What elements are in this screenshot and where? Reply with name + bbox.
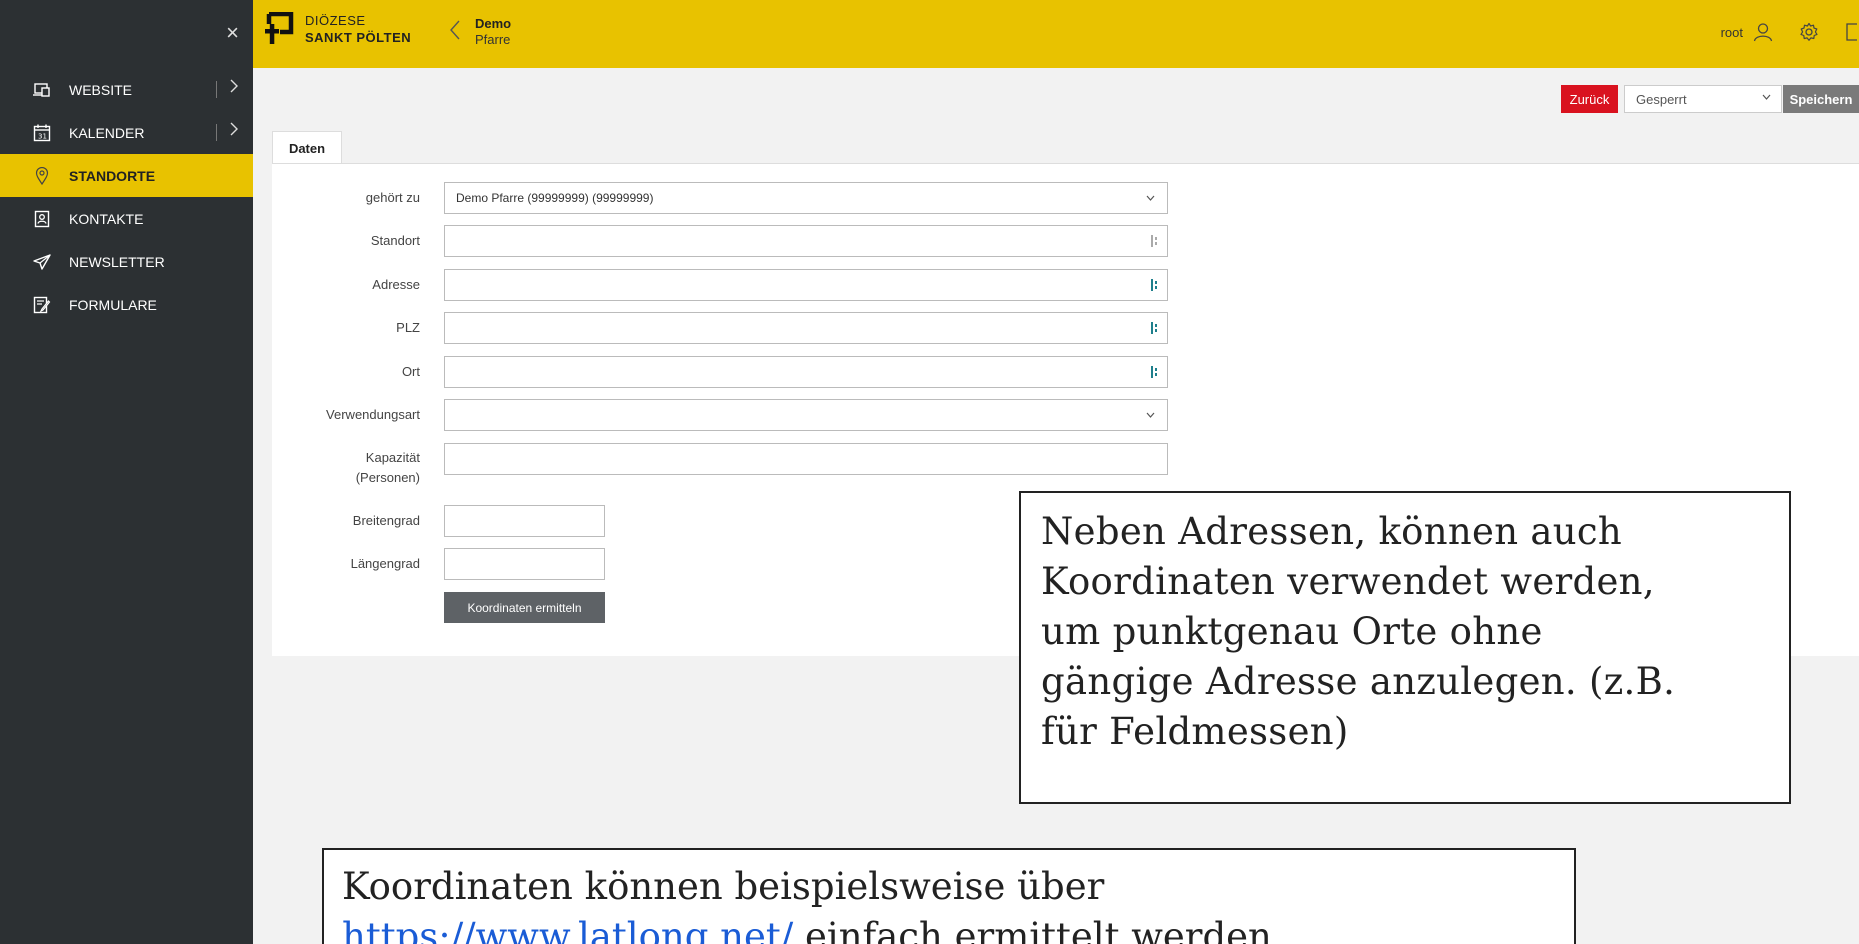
divider xyxy=(216,124,217,141)
callout-text-line: Koordinaten können beispielsweise über xyxy=(342,865,1105,908)
sidebar-item-label: FORMULARE xyxy=(69,296,157,313)
tab-daten[interactable]: Daten xyxy=(272,131,342,164)
chevron-right-icon[interactable] xyxy=(230,79,239,98)
determine-coordinates-button[interactable]: Koordinaten ermitteln xyxy=(444,592,605,623)
latlong-link[interactable]: https://www.latlong.net/ xyxy=(342,915,793,944)
breadcrumb-title: Demo xyxy=(475,16,512,31)
city-label: Ort xyxy=(401,364,420,379)
sidebar-item-label: KALENDER xyxy=(69,124,145,141)
field-picker-icon[interactable] xyxy=(1150,321,1160,338)
diocese-logo-icon xyxy=(265,12,294,44)
location-pin-icon xyxy=(32,166,52,186)
field-picker-icon[interactable] xyxy=(1150,278,1160,295)
sidebar-item-standorte[interactable]: STANDORTE xyxy=(0,154,253,197)
coordinates-info-callout: Neben Adressen, können auch Koordinaten … xyxy=(1019,491,1791,804)
usage-type-select[interactable] xyxy=(444,399,1168,431)
capacity-unit-label: (Personen) xyxy=(355,470,420,485)
sidebar-item-label: WEBSITE xyxy=(69,81,133,98)
sidebar-item-label: STANDORTE xyxy=(69,167,156,184)
back-chevron-icon[interactable] xyxy=(449,19,461,46)
zip-label: PLZ xyxy=(396,320,420,335)
callout-text-line: Neben Adressen, können auch xyxy=(1041,510,1623,553)
gear-icon[interactable] xyxy=(1799,22,1819,42)
paper-plane-icon xyxy=(32,252,52,272)
field-picker-icon[interactable] xyxy=(1150,365,1160,382)
sidebar-item-formulare[interactable]: FORMULARE xyxy=(0,283,253,326)
sidebar-item-website[interactable]: WEBSITE xyxy=(0,68,253,111)
address-label: Adresse xyxy=(372,277,420,292)
belongs-to-select[interactable]: Demo Pfarre (99999999) (99999999) xyxy=(444,182,1168,214)
breadcrumb: Demo Pfarre xyxy=(449,16,511,48)
callout-text-line: um punktgenau Orte ohne xyxy=(1041,610,1543,653)
callout-text-line: Koordinaten verwendet werden, xyxy=(1041,560,1655,603)
top-header: DIÖZESE SANKT PÖLTEN Demo Pfarre root xyxy=(253,0,1859,68)
breadcrumb-subtitle: Pfarre xyxy=(475,32,511,47)
sidebar-nav: WEBSITE 31 KALENDER STANDORTE KONTAKTE N… xyxy=(0,68,253,326)
sidebar-item-kontakte[interactable]: KONTAKTE xyxy=(0,197,253,240)
brand-logo[interactable]: DIÖZESE SANKT PÖLTEN xyxy=(265,12,411,46)
svg-text:31: 31 xyxy=(38,132,47,140)
header-user-area: root xyxy=(1721,22,1859,42)
callout-text-line: gängige Adresse anzulegen. (z.B. xyxy=(1041,660,1676,703)
status-select-value: Gesperrt xyxy=(1636,91,1687,107)
form-edit-icon xyxy=(32,295,52,315)
longitude-input[interactable] xyxy=(444,548,605,580)
sidebar-item-label: KONTAKTE xyxy=(69,210,144,227)
back-button[interactable]: Zurück xyxy=(1561,85,1618,113)
latitude-label: Breitengrad xyxy=(352,513,420,528)
latitude-input[interactable] xyxy=(444,505,605,537)
chevron-down-icon xyxy=(1146,410,1155,421)
chevron-down-icon xyxy=(1762,92,1771,103)
close-icon[interactable]: × xyxy=(226,22,239,44)
usage-type-label: Verwendungsart xyxy=(326,407,420,422)
city-input[interactable] xyxy=(444,356,1168,388)
callout-text-tail: einfach ermittelt werden xyxy=(793,915,1272,944)
sidebar-item-newsletter[interactable]: NEWSLETTER xyxy=(0,240,253,283)
calendar-icon: 31 xyxy=(32,123,52,143)
sidebar-item-label: NEWSLETTER xyxy=(69,253,165,270)
callout-text-line: für Feldmessen) xyxy=(1041,710,1349,753)
sidebar-header: × xyxy=(0,0,253,68)
location-label: Standort xyxy=(370,233,420,248)
capacity-input[interactable] xyxy=(444,443,1168,475)
zip-input[interactable] xyxy=(444,312,1168,344)
contact-card-icon xyxy=(32,209,52,229)
callout-text-line: https://www.latlong.net/ einfach ermitte… xyxy=(342,912,1574,944)
logo-line-2: SANKT PÖLTEN xyxy=(305,30,412,45)
address-input[interactable] xyxy=(444,269,1168,301)
capacity-label: Kapazität xyxy=(365,450,420,465)
logo-line-1: DIÖZESE xyxy=(305,13,366,28)
laptop-icon xyxy=(32,80,52,100)
sidebar-item-kalender[interactable]: 31 KALENDER xyxy=(0,111,253,154)
belongs-to-value: Demo Pfarre (99999999) (99999999) xyxy=(456,191,654,205)
location-input[interactable] xyxy=(444,225,1168,257)
chevron-down-icon xyxy=(1146,193,1155,204)
coordinates-lookup-callout: Koordinaten können beispielsweise über h… xyxy=(322,848,1576,944)
chevron-right-icon[interactable] xyxy=(230,122,239,141)
status-select[interactable]: Gesperrt xyxy=(1624,85,1782,113)
user-icon[interactable] xyxy=(1753,22,1773,42)
field-picker-icon[interactable] xyxy=(1150,234,1160,251)
sidebar: × WEBSITE 31 KALENDER STANDORTE KONTAKTE… xyxy=(0,0,253,944)
belongs-to-label: gehört zu xyxy=(365,190,420,205)
username[interactable]: root xyxy=(1721,25,1743,40)
longitude-label: Längengrad xyxy=(350,556,420,571)
divider xyxy=(216,81,217,98)
save-button[interactable]: Speichern xyxy=(1783,85,1859,113)
logout-icon[interactable] xyxy=(1845,22,1859,42)
